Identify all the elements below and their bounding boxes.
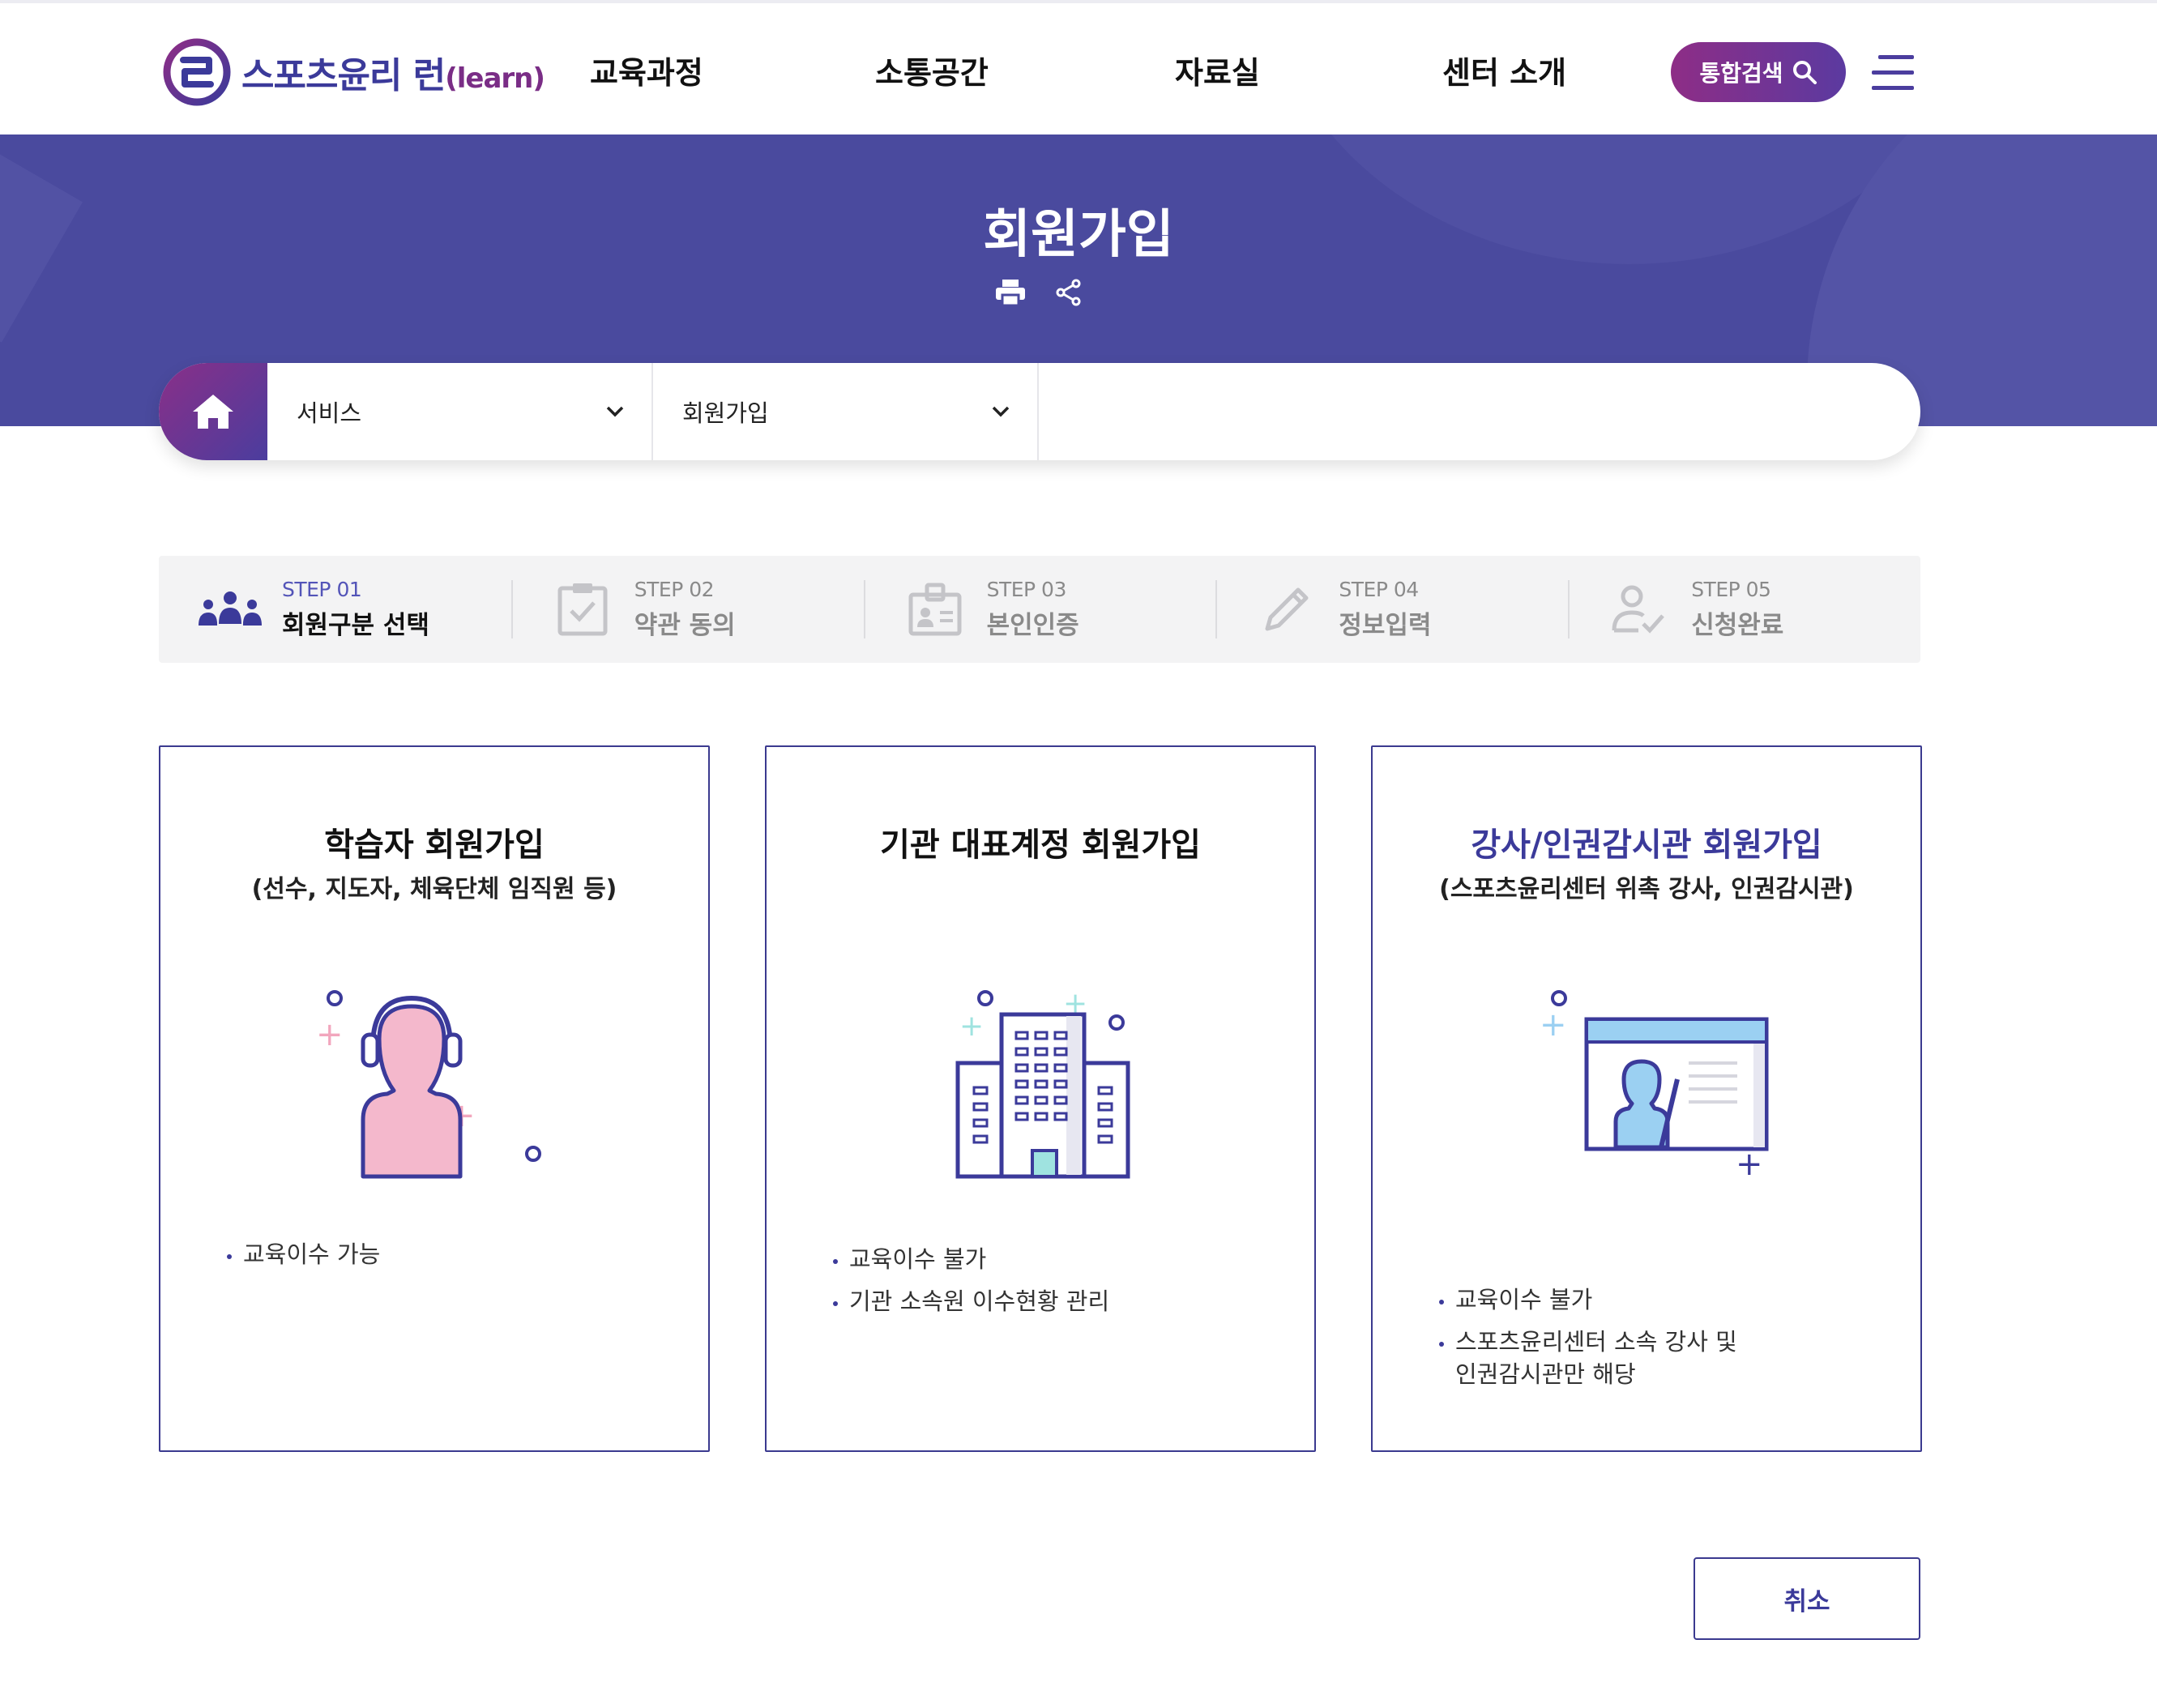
integrated-search-button[interactable]: 통합검색: [1671, 42, 1846, 102]
card-subtitle: (선수, 지도자, 체육단체 임직원 등): [251, 875, 617, 903]
chevron-down-icon: [606, 406, 624, 417]
headset-person-icon: + +: [316, 990, 541, 1179]
nav-item-community[interactable]: 소통공간: [875, 48, 989, 92]
step-02: STEP 02 약관 동의: [510, 556, 864, 663]
step-number: STEP 03: [986, 578, 1067, 601]
step-label: 신청완료: [1691, 611, 1784, 640]
step-label: 본인인증: [986, 611, 1079, 640]
hamburger-menu-icon[interactable]: [1872, 55, 1914, 91]
learner-signup-card[interactable]: 학습자 회원가입 (선수, 지도자, 체육단체 임직원 등) + + 교육이수 …: [159, 745, 710, 1452]
breadcrumb-level2-label: 회원가입: [682, 399, 769, 427]
breadcrumb-level1-label: 서비스: [297, 399, 362, 427]
signup-steps: STEP 01 회원구분 선택 STEP 02 약관 동의 STEP 03 본인…: [159, 556, 1920, 663]
step-number: STEP 01: [282, 578, 362, 601]
clipboard-check-icon: [557, 583, 608, 636]
home-icon: [193, 395, 233, 429]
id-card-icon: [908, 583, 962, 636]
list-item: 교육이수 가능: [227, 1233, 380, 1275]
list-item: 교육이수 불가: [1439, 1279, 1737, 1321]
step-label: 약관 동의: [634, 611, 736, 640]
step-05: STEP 05 신청완료: [1568, 556, 1920, 663]
user-check-icon: [1612, 585, 1665, 634]
card-subtitle: (스포츠윤리센터 위촉 강사, 인권감시관): [1439, 875, 1854, 903]
logo-text: 스포츠윤리 런: [241, 55, 446, 96]
site-header: 스포츠윤리 런(learn) 교육과정 소통공간 자료실 센터 소개 통합검색: [0, 0, 2157, 135]
print-icon[interactable]: [995, 279, 1026, 306]
svg-text:+: +: [1540, 1006, 1567, 1044]
site-logo[interactable]: 스포츠윤리 런(learn): [162, 36, 545, 109]
lecturer-signup-card[interactable]: 강사/인권감시관 회원가입 (스포츠윤리센터 위촉 강사, 인권감시관) + +…: [1371, 745, 1922, 1452]
breadcrumb: 서비스 회원가입: [159, 363, 1920, 460]
step-04: STEP 04 정보입력: [1215, 556, 1568, 663]
nav-item-resources[interactable]: 자료실: [1175, 48, 1260, 92]
step-number: STEP 02: [634, 578, 715, 601]
svg-text:+: +: [959, 1010, 984, 1043]
step-number: STEP 04: [1339, 578, 1419, 601]
breadcrumb-dropdown-signup[interactable]: 회원가입: [653, 363, 1039, 460]
institution-signup-card[interactable]: 기관 대표계정 회원가입 + + 교육이수 불가 기관 소속원 이수현황 관리: [765, 745, 1316, 1452]
search-icon: [1792, 61, 1817, 84]
home-button[interactable]: [159, 363, 267, 460]
logo-suffix: (learn): [445, 62, 545, 95]
step-label: 정보입력: [1339, 611, 1432, 640]
breadcrumb-dropdown-service[interactable]: 서비스: [267, 363, 653, 460]
page-title: 회원가입: [983, 205, 1174, 265]
svg-text:+: +: [316, 1016, 344, 1053]
svg-text:+: +: [1736, 1146, 1763, 1183]
step-03: STEP 03 본인인증: [863, 556, 1216, 663]
chevron-down-icon: [992, 406, 1010, 417]
people-group-icon: [199, 591, 262, 626]
lecturer-screen-icon: + +: [1540, 990, 1769, 1183]
list-item-continued: 인권감시관만 해당: [1455, 1360, 1636, 1388]
nav-item-about[interactable]: 센터 소개: [1442, 48, 1566, 92]
card-title: 기관 대표계정 회원가입: [880, 826, 1201, 864]
search-button-label: 통합검색: [1699, 60, 1783, 87]
step-01: STEP 01 회원구분 선택: [159, 556, 511, 663]
list-item: 기관 소속원 이수현황 관리: [833, 1280, 1109, 1322]
list-item: 교육이수 불가: [833, 1238, 1109, 1280]
logo-mark-icon: [163, 38, 231, 106]
step-label: 회원구분 선택: [282, 611, 429, 640]
share-icon[interactable]: [1055, 279, 1083, 306]
card-title: 강사/인권감시관 회원가입: [1471, 826, 1822, 864]
pencil-icon: [1265, 587, 1309, 631]
building-icon: + +: [955, 987, 1130, 1179]
nav-item-courses[interactable]: 교육과정: [590, 48, 703, 92]
cancel-button[interactable]: 취소: [1694, 1557, 1920, 1640]
card-title: 학습자 회원가입: [324, 826, 545, 864]
step-number: STEP 05: [1691, 578, 1771, 601]
